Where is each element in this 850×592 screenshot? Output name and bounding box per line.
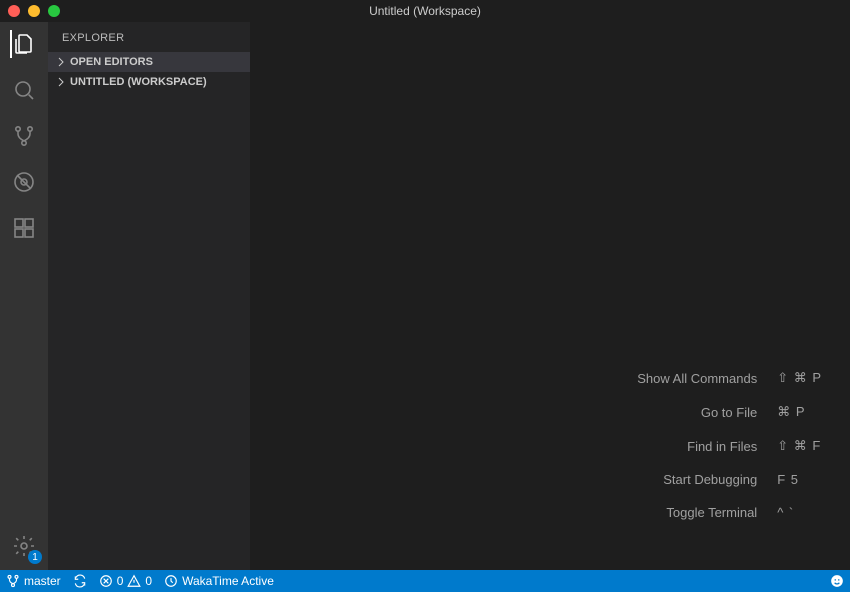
- minimize-window-button[interactable]: [28, 5, 40, 17]
- error-icon: [99, 574, 113, 588]
- feedback-status[interactable]: [824, 570, 850, 592]
- section-label: OPEN EDITORS: [70, 56, 153, 68]
- sidebar-title: EXPLORER: [48, 22, 250, 52]
- chevron-right-icon: [56, 57, 66, 67]
- shortcut-label: Toggle Terminal: [637, 505, 757, 520]
- status-bar: master 0 0 WakaTime Active: [0, 570, 850, 592]
- search-icon: [12, 78, 36, 102]
- window-titlebar: Untitled (Workspace): [0, 0, 850, 22]
- git-branch-icon: [6, 574, 20, 588]
- workspace-section[interactable]: UNTITLED (WORKSPACE): [48, 72, 250, 92]
- explorer-activity[interactable]: [10, 30, 38, 58]
- welcome-shortcuts: Show All Commands ⇧ ⌘ P Go to File ⌘ P F…: [637, 370, 822, 520]
- problems-status[interactable]: 0 0: [93, 570, 158, 592]
- shortcut-keys: ⇧ ⌘ F: [777, 438, 822, 454]
- shortcut-keys: ^ `: [777, 505, 822, 520]
- wakatime-status[interactable]: WakaTime Active: [158, 570, 280, 592]
- search-activity[interactable]: [10, 76, 38, 104]
- shortcut-label: Find in Files: [637, 439, 757, 454]
- files-icon: [12, 32, 36, 56]
- git-branch-icon: [12, 124, 36, 148]
- window-controls: [8, 5, 60, 17]
- open-editors-section[interactable]: OPEN EDITORS: [48, 52, 250, 72]
- zoom-window-button[interactable]: [48, 5, 60, 17]
- warning-count: 0: [145, 574, 152, 588]
- close-window-button[interactable]: [8, 5, 20, 17]
- shortcut-label: Go to File: [637, 405, 757, 420]
- settings-activity[interactable]: 1: [10, 532, 38, 560]
- branch-name: master: [24, 574, 61, 588]
- warning-icon: [127, 574, 141, 588]
- sync-status[interactable]: [67, 570, 93, 592]
- section-label: UNTITLED (WORKSPACE): [70, 76, 207, 88]
- extensions-activity[interactable]: [10, 214, 38, 242]
- clock-icon: [164, 574, 178, 588]
- settings-badge: 1: [28, 550, 42, 564]
- chevron-right-icon: [56, 77, 66, 87]
- smiley-icon: [830, 574, 844, 588]
- sync-icon: [73, 574, 87, 588]
- debug-icon: [12, 170, 36, 194]
- git-branch-status[interactable]: master: [0, 570, 67, 592]
- main-area: 1 EXPLORER OPEN EDITORS UNTITLED (WORKSP…: [0, 22, 850, 570]
- shortcut-label: Start Debugging: [637, 472, 757, 487]
- shortcut-label: Show All Commands: [637, 371, 757, 386]
- activity-bar: 1: [0, 22, 48, 570]
- window-title: Untitled (Workspace): [0, 4, 850, 18]
- shortcut-keys: ⇧ ⌘ P: [777, 370, 822, 386]
- debug-activity[interactable]: [10, 168, 38, 196]
- explorer-sidebar: EXPLORER OPEN EDITORS UNTITLED (WORKSPAC…: [48, 22, 250, 570]
- wakatime-label: WakaTime Active: [182, 574, 274, 588]
- error-count: 0: [117, 574, 124, 588]
- editor-area: Show All Commands ⇧ ⌘ P Go to File ⌘ P F…: [250, 22, 850, 570]
- shortcut-keys: ⌘ P: [777, 404, 822, 420]
- source-control-activity[interactable]: [10, 122, 38, 150]
- extensions-icon: [12, 216, 36, 240]
- shortcut-keys: F 5: [777, 472, 822, 487]
